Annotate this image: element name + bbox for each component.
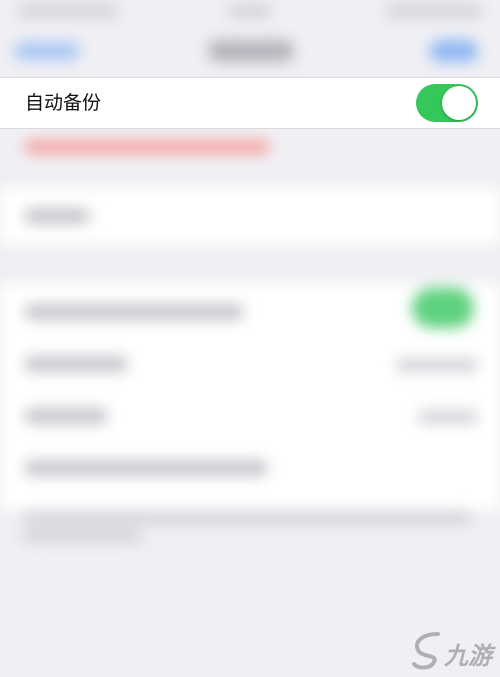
watermark-logo: 九游 bbox=[408, 630, 498, 672]
blurred-row bbox=[0, 188, 500, 244]
auto-backup-toggle[interactable] bbox=[416, 84, 478, 122]
blurred-warning-text bbox=[24, 140, 270, 154]
blurred-switch bbox=[412, 288, 474, 328]
navigation-bar bbox=[0, 28, 500, 76]
nav-title bbox=[208, 40, 294, 62]
blurred-footnote-line bbox=[22, 530, 142, 542]
done-button bbox=[430, 40, 478, 62]
toggle-knob bbox=[442, 86, 476, 120]
watermark-swirl-icon bbox=[412, 632, 440, 670]
watermark-text: 九游 bbox=[444, 642, 492, 670]
back-button bbox=[14, 42, 80, 60]
status-bar bbox=[0, 0, 500, 24]
auto-backup-label: 自动备份 bbox=[25, 92, 102, 114]
blurred-footnote-line bbox=[22, 512, 472, 524]
